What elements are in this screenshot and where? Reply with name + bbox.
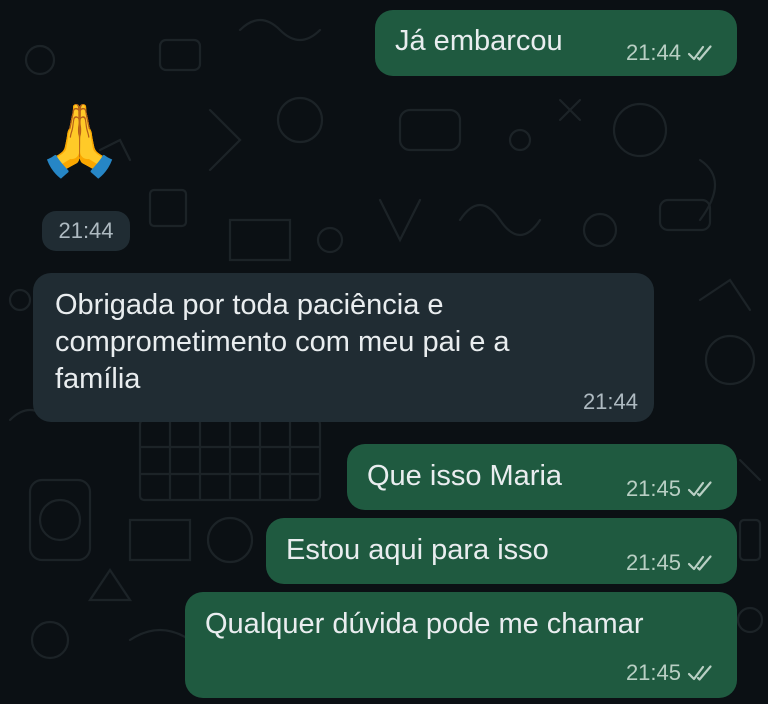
message-text: Já embarcou [395,25,563,57]
message-text: Qualquer dúvida pode me chamar [205,608,644,640]
message-time: 21:44 [582,389,638,414]
double-check-icon [687,45,712,61]
message-outgoing[interactable]: Estou aqui para isso 21:45 [266,518,737,584]
message-emoji[interactable]: 🙏 [36,100,123,180]
double-check-icon [687,665,712,681]
message-time: 21:45 [625,660,681,685]
message-outgoing[interactable]: Já embarcou 21:44 [375,10,737,76]
double-check-icon [687,555,712,571]
message-text: Estou aqui para isso [286,534,549,566]
double-check-icon [687,481,712,497]
message-time: 21:45 [625,550,681,575]
message-outgoing[interactable]: Qualquer dúvida pode me chamar 21:45 [185,592,737,698]
message-time: 21:44 [625,40,681,65]
message-meta: 21:45 [626,660,713,686]
message-meta: 21:44 [583,389,638,415]
message-text: Que isso Maria [367,460,563,492]
message-meta: 21:45 [626,550,713,576]
message-time: 21:44 [42,211,130,251]
message-text-line-3: família [55,363,141,395]
message-incoming[interactable]: Obrigada por toda paciência e comprometi… [33,273,654,422]
chat-window: Já embarcou 21:44 🙏 21:44 Obrigada por t… [0,0,768,704]
message-text-line-2: comprometimento com meu pai e a [55,326,510,358]
message-meta: 21:45 [626,476,713,502]
message-text-line-1: Obrigada por toda paciência e [55,289,444,321]
message-time: 21:45 [625,476,681,501]
message-meta: 21:44 [626,40,713,66]
message-outgoing[interactable]: Que isso Maria 21:45 [347,444,737,510]
